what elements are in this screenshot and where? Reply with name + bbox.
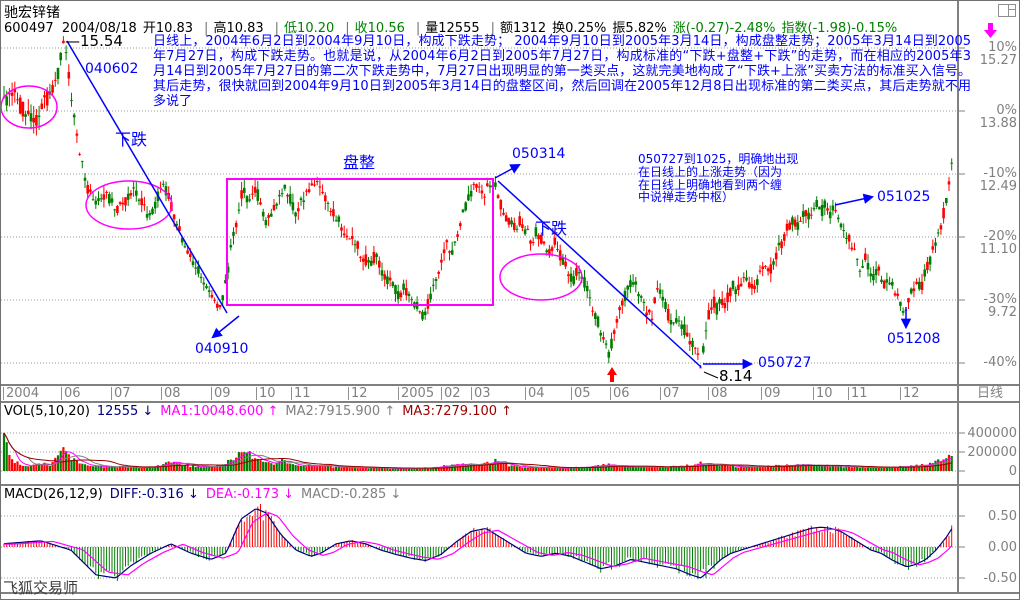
price-axis-price-label: 13.88 [967, 116, 1017, 131]
vendor-watermark: 飞狐交易师 [3, 577, 78, 598]
analysis-right-block-line: 050727到1025，明确地出现 [638, 153, 798, 166]
time-axis-month-label: 05 [571, 387, 591, 400]
indicator-header-field: MA3:7279.100 ↑ [402, 404, 512, 419]
chart-annotation-label: 下跌 [115, 126, 147, 150]
period-label[interactable]: 日线 [959, 386, 1020, 401]
chart-annotation-label: 051208 [887, 331, 940, 347]
indicator-header-field: 12555 ↓ [97, 404, 153, 419]
volume-axis-label: 200000 [963, 445, 1017, 460]
time-axis-month-label: 02 [441, 387, 461, 400]
indicator-header-field: DEA:-0.173 ↓ [206, 487, 294, 502]
split-window-divider2 [1008, 9, 1015, 10]
time-axis-month-label: 03 [471, 387, 491, 400]
time-axis-month-label: 09 [211, 387, 231, 400]
analysis-right-block-line: 中说禅走势中枢） [638, 191, 798, 204]
volume-axis-label: 400000 [963, 426, 1017, 441]
analysis-paragraph: 日线上，2004年6月2日到2004年9月10日，构成下跌走势； 2004年9月… [153, 34, 971, 109]
macd-indicator-header: MACD(26,12,9) DIFF:-0.316 ↓ DEA:-0.173 ↓ MA… [4, 487, 408, 502]
analysis-right-block: 050727到1025，明确地出现在日线上的上涨走势（因为在日线上明确地看到两个… [638, 153, 798, 204]
time-axis-month-label: 10 [813, 387, 833, 400]
price-axis-price-label: 11.10 [967, 242, 1017, 257]
time-axis-month-label: 08 [161, 387, 181, 400]
time-axis-month-label: 2004 [3, 387, 39, 400]
analysis-right-block-line: 在日线上的上涨走势（因为 [638, 166, 798, 179]
time-axis-month-label: 06 [61, 387, 81, 400]
time-axis-month-label: 08 [708, 387, 728, 400]
time-axis-month-label: 07 [111, 387, 131, 400]
chart-annotation-label: 050314 [512, 146, 565, 162]
chart-annotation-label: 040910 [195, 341, 248, 357]
app-window: 驰宏锌锗 600497 2004/08/18开10.83|高10.83|低10.… [0, 0, 1020, 600]
chart-annotation-label: 下跌 [535, 215, 567, 239]
macd-axis-label: -0.50 [963, 571, 1017, 586]
time-axis-month-label: 11 [291, 387, 311, 400]
chart-annotation-label: 051025 [877, 189, 930, 205]
price-axis-price-label: 12.49 [967, 179, 1017, 194]
time-axis-month-label: 07 [660, 387, 680, 400]
time-axis-month-label: 10 [256, 387, 276, 400]
time-axis-month-label: 09 [761, 387, 781, 400]
time-axis-month-label: 04 [525, 387, 545, 400]
split-window-divider [1008, 5, 1009, 16]
chart-annotation-label: 040602 [85, 61, 138, 77]
chart-annotation-label: —15.54 [65, 32, 123, 50]
split-window-icon[interactable] [998, 4, 1016, 17]
indicator-header-field: VOL(5,10,20) [4, 404, 90, 419]
macd-axis-label: 0.00 [963, 540, 1017, 555]
indicator-header-field: MA2:7915.900 ↑ [285, 404, 395, 419]
volume-axis-label: 0 [963, 464, 1017, 479]
indicator-header-field: DIFF:-0.316 ↓ [110, 487, 199, 502]
price-axis-pct-label: -40% [967, 355, 1017, 370]
indicator-header-field: MACD:-0.285 ↓ [301, 487, 401, 502]
time-axis-month-label: 06 [610, 387, 630, 400]
time-axis-month-label: 11 [848, 387, 868, 400]
price-axis-price-label: 9.72 [967, 305, 1017, 320]
macd-axis-label: 0.50 [963, 509, 1017, 524]
time-axis-month-label: 2005 [398, 387, 434, 400]
time-axis-month-label: 12 [900, 387, 920, 400]
time-axis-month-label: 12 [348, 387, 368, 400]
chart-annotation-label: 050727 [758, 355, 811, 371]
chart-annotation-label: 8.14 [719, 367, 752, 385]
price-axis-price-label: 15.27 [967, 53, 1017, 68]
vol-indicator-header: VOL(5,10,20) 12555 ↓ MA1:10048.600 ↑ MA2:79… [4, 404, 519, 419]
indicator-header-field: MA1:10048.600 ↑ [160, 404, 278, 419]
indicator-header-field: MACD(26,12,9) [4, 487, 103, 502]
chart-annotation-label: 盘整 [343, 149, 375, 173]
